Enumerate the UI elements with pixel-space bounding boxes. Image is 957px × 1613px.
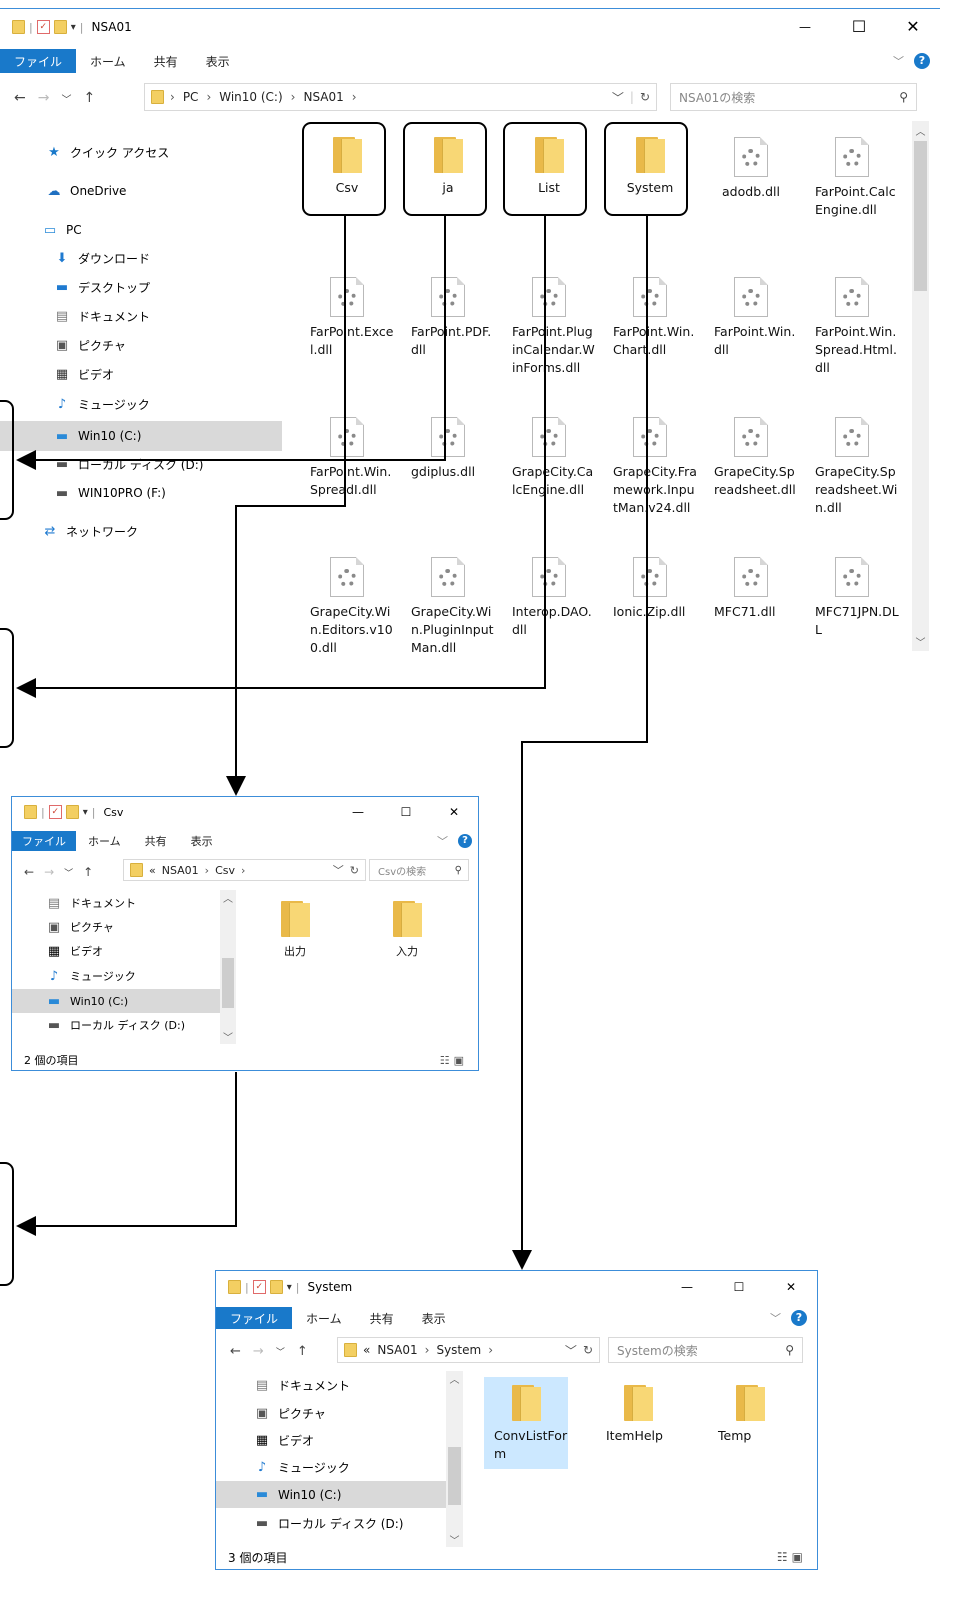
connector-arrows: [16, 216, 648, 1270]
arrow-system-to-window: [512, 216, 648, 1270]
arrow-csv-to-window: [226, 216, 346, 796]
arrow-ja-to-callout: [16, 216, 446, 470]
arrow-csv-window-to-callout: [16, 1072, 237, 1236]
arrow-list-to-callout: [16, 216, 546, 698]
